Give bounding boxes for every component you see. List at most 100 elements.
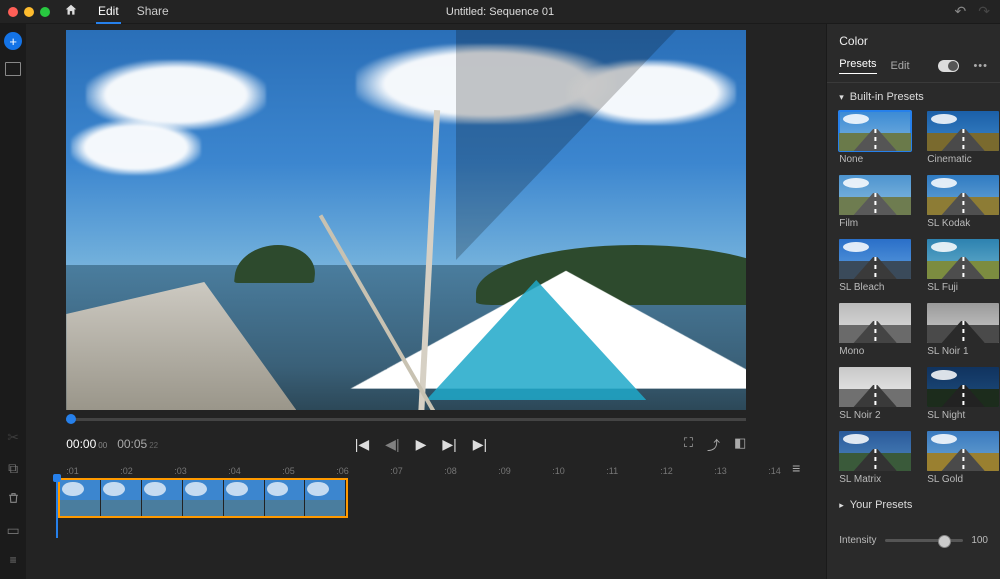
trash-icon[interactable] [7, 491, 20, 508]
preset-label: Mono [839, 346, 911, 357]
ruler-tick: :12 [660, 466, 714, 476]
color-panel: Color Presets Edit ••• ▾ Built-in Preset… [826, 24, 1000, 579]
preset-label: SL Fuji [927, 282, 999, 293]
play-icon[interactable]: ▶ [416, 436, 427, 453]
preset-mono[interactable]: Mono [839, 303, 911, 357]
window-controls [0, 7, 50, 17]
preset-label: Film [839, 218, 911, 229]
ruler-tick: :10 [552, 466, 606, 476]
intensity-value: 100 [971, 535, 988, 546]
video-preview[interactable] [66, 30, 746, 410]
scrub-bar[interactable] [66, 410, 816, 428]
preset-sl-bleach[interactable]: SL Bleach [839, 239, 911, 293]
timeline-ruler[interactable]: :01:02:03:04:05:06:07:08:09:10:11:12:13:… [56, 460, 816, 476]
ruler-tick: :03 [174, 466, 228, 476]
menu-edit[interactable]: Edit [96, 0, 121, 24]
settings-lines-icon[interactable]: ≡ [10, 553, 17, 567]
clip-thumb [101, 480, 142, 516]
intensity-row: Intensity 100 [839, 535, 988, 546]
preset-label: SL Noir 1 [927, 346, 999, 357]
scissors-icon[interactable]: ✂ [7, 429, 19, 446]
preset-sl-night[interactable]: SL Night [927, 367, 999, 421]
intensity-label: Intensity [839, 535, 876, 546]
preset-thumb [839, 431, 911, 471]
preset-thumb [839, 175, 911, 215]
intensity-slider[interactable] [885, 539, 964, 542]
ruler-tick: :06 [336, 466, 390, 476]
preset-sl-noir-1[interactable]: SL Noir 1 [927, 303, 999, 357]
preset-thumb [839, 111, 911, 151]
minimize-window[interactable] [24, 7, 34, 17]
ruler-tick: :07 [390, 466, 444, 476]
fullscreen-icon[interactable]: ⛶ [684, 435, 693, 454]
preset-label: SL Kodak [927, 218, 999, 229]
step-fwd-icon[interactable]: ▶| [442, 436, 456, 453]
preset-label: SL Noir 2 [839, 410, 911, 421]
preset-thumb [839, 239, 911, 279]
preset-thumb [927, 431, 999, 471]
menu-share[interactable]: Share [135, 0, 171, 24]
timecode: 00:0000 00:0522 [66, 437, 158, 451]
preset-sl-noir-2[interactable]: SL Noir 2 [839, 367, 911, 421]
close-window[interactable] [8, 7, 18, 17]
your-presets-header[interactable]: ▸ Your Presets [839, 499, 988, 511]
panel-title: Color [839, 34, 988, 48]
tab-edit[interactable]: Edit [891, 60, 910, 72]
tab-presets[interactable]: Presets [839, 58, 876, 74]
preset-film[interactable]: Film [839, 175, 911, 229]
builtin-presets-header[interactable]: ▾ Built-in Presets [839, 91, 988, 103]
playhead[interactable] [56, 478, 58, 538]
clip-thumb [142, 480, 183, 516]
home-icon[interactable] [64, 3, 78, 20]
goto-end-icon[interactable]: ▶| [473, 436, 487, 453]
transport-bar: 00:0000 00:0522 |◀ ◀| ▶ ▶| ▶| ⛶ ⤴ ◧ [66, 428, 746, 460]
preset-label: SL Bleach [839, 282, 911, 293]
clip-thumb [183, 480, 224, 516]
preset-sl-matrix[interactable]: SL Matrix [839, 431, 911, 485]
clip-thumb [305, 480, 346, 516]
preset-thumb [927, 175, 999, 215]
ruler-tick: :05 [282, 466, 336, 476]
chevron-down-icon: ▾ [839, 92, 844, 103]
preset-sl-kodak[interactable]: SL Kodak [927, 175, 999, 229]
project-panel-icon[interactable] [5, 62, 21, 76]
preset-grid: NoneCinematicFilmSL KodakSL BleachSL Fuj… [839, 111, 988, 485]
preset-thumb [927, 367, 999, 407]
panel-more-icon[interactable]: ••• [973, 60, 988, 72]
clip-thumb [265, 480, 306, 516]
undo-icon[interactable]: ↶ [955, 3, 967, 20]
ruler-tick: :11 [606, 466, 660, 476]
duplicate-icon[interactable]: ⧉ [8, 460, 18, 477]
ruler-tick: :01 [66, 466, 120, 476]
preset-label: SL Matrix [839, 474, 911, 485]
preset-thumb [839, 367, 911, 407]
clip-thumb [60, 480, 101, 516]
preset-none[interactable]: None [839, 111, 911, 165]
preset-thumb [927, 303, 999, 343]
preset-sl-fuji[interactable]: SL Fuji [927, 239, 999, 293]
preset-cinematic[interactable]: Cinematic [927, 111, 999, 165]
preview-menu-icon[interactable]: ≡ [792, 460, 800, 476]
scrub-thumb[interactable] [66, 414, 76, 424]
ruler-tick: :13 [714, 466, 768, 476]
redo-icon[interactable]: ↷ [978, 3, 990, 20]
ruler-tick: :08 [444, 466, 498, 476]
quality-icon[interactable]: ◧ [734, 435, 746, 454]
preset-sl-gold[interactable]: SL Gold [927, 431, 999, 485]
preset-label: None [839, 154, 911, 165]
step-back-icon[interactable]: ◀| [385, 436, 399, 453]
track-options-icon[interactable]: ▭ [7, 522, 20, 539]
center-area: 00:0000 00:0522 |◀ ◀| ▶ ▶| ▶| ⛶ ⤴ ◧ ≡ :0… [26, 24, 826, 579]
preset-preview-toggle[interactable] [938, 60, 960, 72]
video-clip[interactable] [58, 478, 348, 518]
chevron-right-icon: ▸ [839, 500, 844, 511]
timeline[interactable] [56, 478, 816, 538]
export-icon[interactable]: ⤴ [707, 435, 720, 454]
titlebar: Edit Share Untitled: Sequence 01 ↶ ↷ [0, 0, 1000, 24]
add-media-button[interactable]: + [4, 32, 22, 50]
preset-label: Cinematic [927, 154, 999, 165]
zoom-window[interactable] [40, 7, 50, 17]
goto-start-icon[interactable]: |◀ [355, 436, 369, 453]
preset-label: SL Gold [927, 474, 999, 485]
main-menu: Edit Share [96, 0, 171, 24]
